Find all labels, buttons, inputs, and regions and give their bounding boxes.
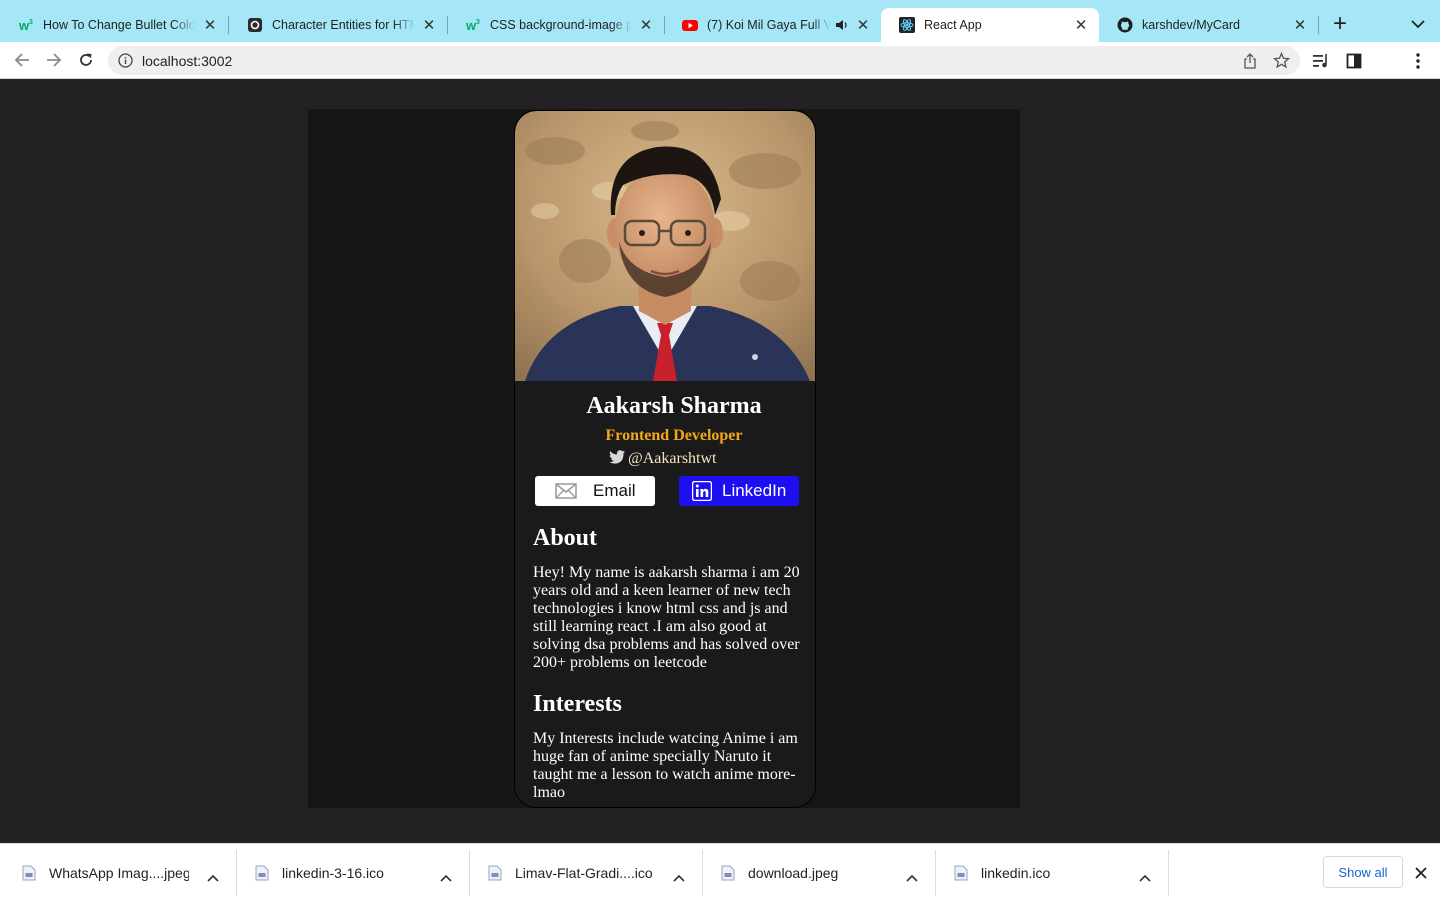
- about-text: Hey! My name is aakarsh sharma i am 20 y…: [533, 564, 800, 671]
- media-control-icon[interactable]: [1311, 51, 1331, 71]
- svg-text:3: 3: [29, 19, 33, 26]
- back-arrow-icon[interactable]: [12, 50, 32, 70]
- reload-icon[interactable]: [76, 50, 96, 70]
- forward-arrow-icon[interactable]: [44, 50, 64, 70]
- github-icon: [1117, 17, 1133, 33]
- close-tab-icon[interactable]: ✕: [638, 17, 654, 34]
- linkedin-button[interactable]: LinkedIn: [679, 476, 799, 506]
- download-item[interactable]: download.jpeg: [699, 844, 933, 900]
- interests-heading: Interests: [533, 691, 622, 717]
- close-tab-icon[interactable]: ✕: [1073, 17, 1089, 34]
- chevron-up-icon[interactable]: [207, 869, 219, 882]
- file-icon: [255, 865, 269, 881]
- tab-title: Character Entities for HTML: [272, 18, 415, 32]
- file-icon: [22, 865, 36, 881]
- tab-character-entities[interactable]: Character Entities for HTML ✕: [229, 8, 447, 42]
- twitter-handle-link[interactable]: @Aakarshtwt: [609, 450, 717, 468]
- tab-title: karshdev/MyCard: [1142, 18, 1240, 32]
- download-filename: linkedin-3-16.ico: [282, 864, 384, 881]
- download-item[interactable]: linkedin-3-16.ico: [233, 844, 467, 900]
- linkedin-button-label: LinkedIn: [722, 481, 787, 500]
- svg-text:3: 3: [476, 19, 480, 26]
- download-item[interactable]: WhatsApp Imag....jpeg: [0, 844, 234, 900]
- close-tab-icon[interactable]: ✕: [855, 17, 871, 34]
- email-button[interactable]: Email: [535, 476, 655, 506]
- tab-title: (7) Koi Mil Gaya Full Vid: [707, 18, 831, 32]
- download-filename: WhatsApp Imag....jpeg: [49, 864, 189, 881]
- tab-w3schools-bullet[interactable]: w3 How To Change Bullet Colo ✕: [0, 8, 228, 42]
- new-tab-button[interactable]: +: [1328, 12, 1352, 37]
- profile-avatar[interactable]: [1377, 51, 1397, 71]
- share-icon[interactable]: [1242, 53, 1258, 69]
- file-icon: [488, 865, 502, 881]
- file-icon: [721, 865, 735, 881]
- bookmark-star-icon[interactable]: [1272, 51, 1291, 69]
- chevron-up-icon[interactable]: [906, 869, 918, 882]
- address-bar[interactable]: localhost:3002: [108, 46, 1300, 75]
- youtube-icon: [682, 17, 698, 33]
- tab-github-mycard[interactable]: karshdev/MyCard ✕: [1099, 8, 1318, 42]
- show-all-downloads-button[interactable]: Show all: [1323, 856, 1403, 888]
- download-item[interactable]: linkedin.ico: [932, 844, 1166, 900]
- download-shelf: WhatsApp Imag....jpeg linkedin-3-16.ico …: [0, 843, 1440, 900]
- browser-menu-icon[interactable]: [1408, 51, 1428, 71]
- profile-role: Frontend Developer: [605, 427, 743, 444]
- chevron-up-icon[interactable]: [673, 869, 685, 882]
- url-text[interactable]: localhost:3002: [142, 53, 232, 69]
- side-panel-icon[interactable]: [1344, 51, 1364, 71]
- about-heading: About: [533, 525, 598, 551]
- tab-divider: [1318, 16, 1319, 34]
- speaker-icon[interactable]: [835, 18, 849, 32]
- download-filename: download.jpeg: [748, 864, 839, 881]
- close-icon[interactable]: [1412, 864, 1430, 882]
- mail-envelope-icon: [555, 483, 577, 499]
- tab-title: CSS background-image pro: [490, 18, 632, 32]
- tab-title: React App: [924, 18, 982, 32]
- w3schools-icon: w3: [465, 17, 481, 33]
- react-icon: [899, 17, 915, 33]
- twitter-bird-icon: [609, 450, 626, 464]
- download-item[interactable]: Limav-Flat-Gradi....ico: [466, 844, 700, 900]
- file-icon: [954, 865, 968, 881]
- tab-css-background-image[interactable]: w3 CSS background-image pro ✕: [447, 8, 664, 42]
- browser-toolbar: localhost:3002: [0, 42, 1440, 79]
- profile-photo: [515, 111, 815, 381]
- download-filename: Limav-Flat-Gradi....ico: [515, 864, 653, 881]
- page-viewport: Aakarsh Sharma Frontend Developer @Aakar…: [0, 79, 1440, 843]
- w3schools-icon: w3: [18, 17, 34, 33]
- profile-card: Aakarsh Sharma Frontend Developer @Aakar…: [514, 110, 816, 808]
- linkedin-icon: [691, 480, 713, 502]
- tab-title: How To Change Bullet Colo: [43, 18, 196, 32]
- download-divider: [1168, 850, 1169, 896]
- site-info-icon[interactable]: [118, 53, 133, 68]
- close-tab-icon[interactable]: ✕: [202, 17, 218, 34]
- close-tab-icon[interactable]: ✕: [1292, 17, 1308, 34]
- profile-name: Aakarsh Sharma: [586, 393, 762, 419]
- devdocs-icon: [247, 17, 263, 33]
- tab-youtube-video[interactable]: (7) Koi Mil Gaya Full Vid ✕: [664, 8, 881, 42]
- tab-strip: w3 How To Change Bullet Colo ✕ Character…: [0, 0, 1440, 42]
- interests-text: My Interests include watcing Anime i am …: [533, 730, 798, 801]
- tab-search-chevron-icon[interactable]: [1408, 14, 1428, 34]
- chevron-up-icon[interactable]: [1139, 869, 1151, 882]
- close-tab-icon[interactable]: ✕: [421, 17, 437, 34]
- twitter-handle-text[interactable]: @Aakarshtwt: [628, 450, 717, 468]
- tab-react-app[interactable]: React App ✕: [881, 8, 1099, 42]
- download-filename: linkedin.ico: [981, 864, 1051, 881]
- email-button-label: Email: [593, 481, 636, 500]
- chevron-up-icon[interactable]: [440, 869, 452, 882]
